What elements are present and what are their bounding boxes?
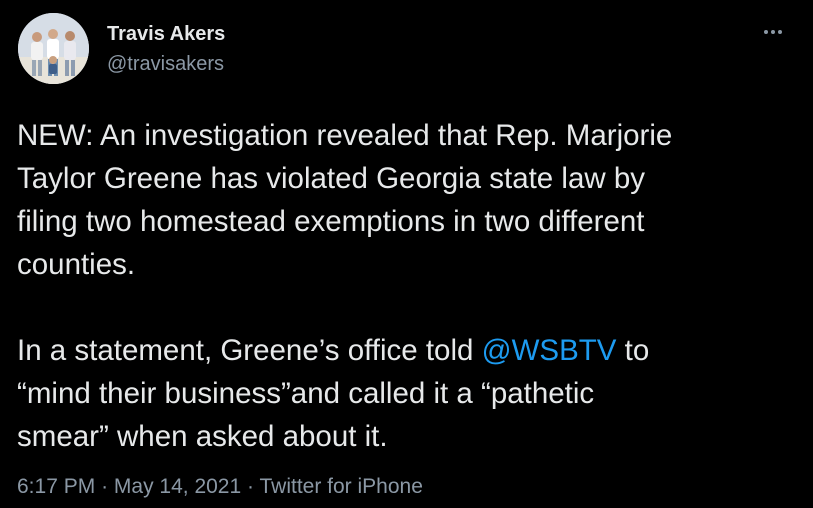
tweet-text-segment: to <box>616 334 650 367</box>
tweet-meta: 6:17 PM · May 14, 2021 · Twitter for iPh… <box>17 473 423 501</box>
author-handle[interactable]: @travisakers <box>107 51 224 77</box>
dot <box>778 30 782 34</box>
tweet-line: “mind their business”and called it a “pa… <box>17 377 595 410</box>
tweet-line: Taylor Greene has violated Georgia state… <box>17 162 646 195</box>
tweet-source[interactable]: Twitter for iPhone <box>259 475 422 498</box>
tweet-line: In a statement, Greene’s office told @WS… <box>17 329 807 372</box>
tweet-line: filing two homestead exemptions in two d… <box>17 205 645 238</box>
avatar[interactable] <box>18 13 89 84</box>
tweet-text-segment: In a statement, Greene’s office told <box>17 334 482 367</box>
meta-separator: · <box>101 475 109 498</box>
tweet-line: smear” when asked about it. <box>17 420 388 453</box>
author-name[interactable]: Travis Akers <box>107 21 225 47</box>
ellipsis-icon[interactable] <box>758 20 788 44</box>
tweet-line: counties. <box>17 248 136 281</box>
tweet-line: NEW: An investigation revealed that Rep.… <box>17 119 673 152</box>
tweet-card: Travis Akers @travisakers NEW: An invest… <box>0 0 813 508</box>
dot <box>764 30 768 34</box>
dot <box>771 30 775 34</box>
mention-link-wsbtv[interactable]: @WSBTV <box>482 334 617 367</box>
meta-separator: · <box>247 475 255 498</box>
tweet-date[interactable]: May 14, 2021 <box>114 475 241 498</box>
tweet-text: NEW: An investigation revealed that Rep.… <box>17 114 807 458</box>
family-photo-avatar-icon <box>18 13 89 84</box>
tweet-time[interactable]: 6:17 PM <box>17 475 95 498</box>
